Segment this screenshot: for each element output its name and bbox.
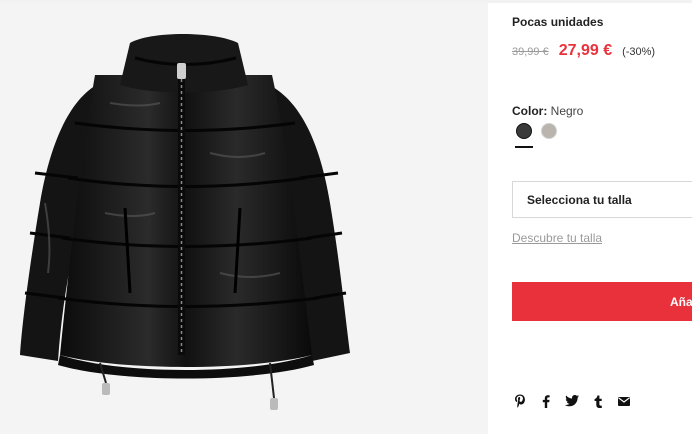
color-label-row: Color: Negro [512,104,583,118]
sale-price: 27,99 € [558,42,613,59]
product-info-panel: Pocas unidades 39,99 € 27,99 € (-30%) Co… [512,0,692,434]
mail-icon[interactable] [616,393,632,409]
color-value: Negro [550,104,584,118]
discount-badge: (-30%) [622,46,656,58]
size-guide-link[interactable]: Descubre tu talla [512,231,602,245]
color-swatch-negro[interactable] [516,123,532,139]
tumblr-icon[interactable] [590,393,606,409]
original-price: 39,99 € [512,46,549,58]
pinterest-icon[interactable] [512,393,528,409]
color-swatch-gris[interactable] [541,123,557,139]
price-row: 39,99 € 27,99 € (-30%) [512,42,655,60]
stock-status: Pocas unidades [512,15,604,29]
facebook-icon[interactable] [538,393,554,409]
twitter-icon[interactable] [564,393,580,409]
size-select[interactable]: Selecciona tu talla [512,181,692,218]
puffer-jacket-image [20,34,350,410]
add-to-cart-label: Añadir a la b [669,294,692,309]
add-to-cart-button[interactable]: Añadir a la b [512,282,692,321]
color-label: Color: [512,104,548,118]
share-icons [512,393,642,409]
selected-color-indicator [515,146,533,148]
product-image[interactable] [0,3,488,434]
